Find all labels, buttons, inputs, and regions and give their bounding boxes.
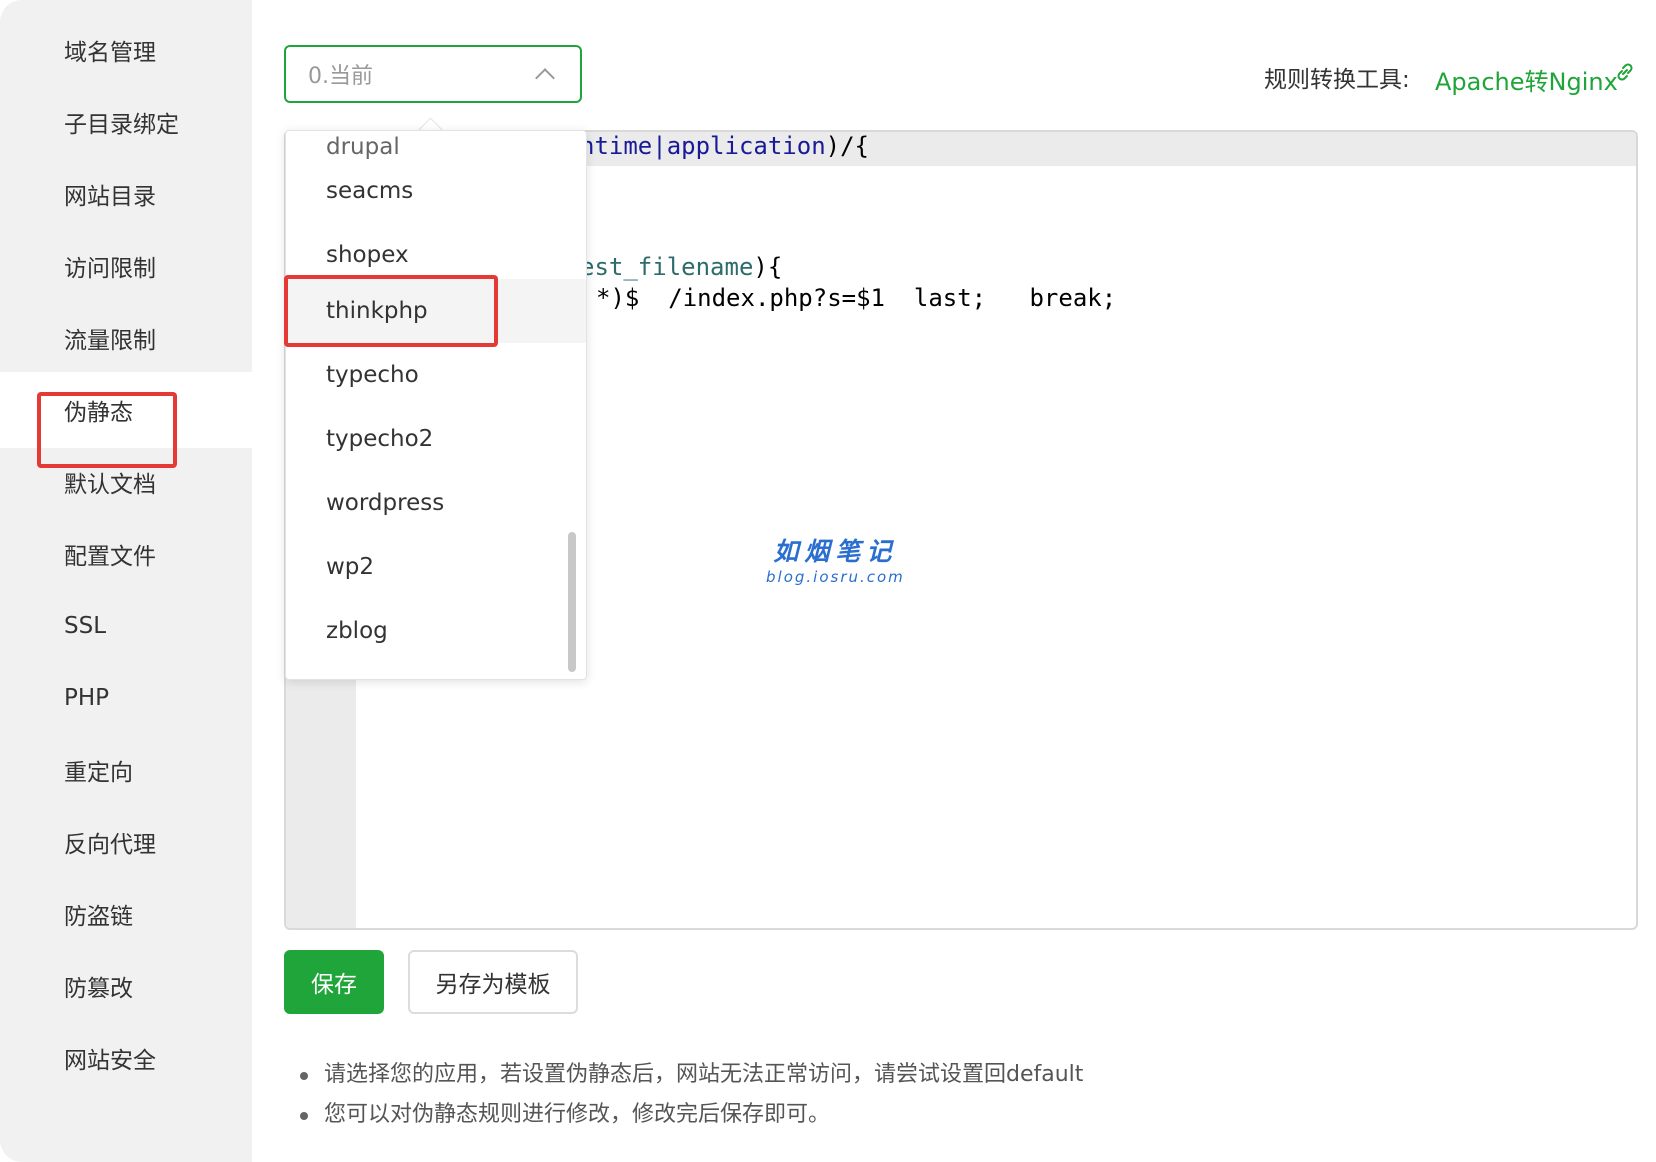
code-variable: est_filename: [580, 253, 754, 281]
save-as-template-button[interactable]: 另存为模板: [408, 950, 578, 1014]
sidebar-item-label: PHP: [64, 685, 110, 711]
sidebar-item-label: 防盗链: [64, 904, 133, 930]
template-dropdown-list[interactable]: drupal seacms shopex thinkphp typecho ty…: [285, 130, 587, 680]
sidebar-item-site-security[interactable]: 网站安全: [0, 1020, 252, 1096]
code-line-1: ntime|application)/{: [580, 132, 869, 160]
sidebar-item-ssl[interactable]: SSL: [0, 588, 252, 664]
external-link-icon[interactable]: [1613, 60, 1637, 84]
dropdown-option-wp2[interactable]: wp2: [286, 535, 586, 599]
tip-item: 请选择您的应用，若设置伪静态后，网站无法正常访问，请尝试设置回default: [300, 1055, 1083, 1095]
highlight-box-sidebar: [37, 392, 177, 468]
sidebar-item-label: 流量限制: [64, 328, 156, 354]
sidebar-item-label: 域名管理: [64, 40, 156, 66]
dropdown-scrollbar[interactable]: [568, 532, 576, 672]
sidebar-item-label: 反向代理: [64, 832, 156, 858]
sidebar-item-subdirectory[interactable]: 子目录绑定: [0, 84, 252, 160]
dropdown-option-wordpress[interactable]: wordpress: [286, 471, 586, 535]
code-keyword: ntime|application: [580, 132, 826, 160]
sidebar-item-redirect[interactable]: 重定向: [0, 732, 252, 808]
sidebar-item-hotlink[interactable]: 防盗链: [0, 876, 252, 952]
sidebar: 域名管理 子目录绑定 网站目录 访问限制 流量限制 伪静态 默认文档 配置文件 …: [0, 0, 252, 1162]
sidebar-item-label: 重定向: [64, 760, 133, 786]
sidebar-item-site-directory[interactable]: 网站目录: [0, 156, 252, 232]
dropdown-option-typecho2[interactable]: typecho2: [286, 407, 586, 471]
code-text: )/{: [825, 132, 869, 160]
watermark: 如烟笔记 blog.iosru.com: [766, 532, 905, 586]
chevron-up-icon: [535, 68, 555, 88]
watermark-subtitle: blog.iosru.com: [766, 568, 905, 586]
sidebar-item-label: 网站安全: [64, 1048, 156, 1074]
save-button[interactable]: 保存: [284, 950, 384, 1014]
code-line-2: est_filename){: [580, 253, 782, 281]
watermark-title: 如烟笔记: [773, 537, 898, 566]
sidebar-item-config-file[interactable]: 配置文件: [0, 516, 252, 592]
sidebar-item-reverse-proxy[interactable]: 反向代理: [0, 804, 252, 880]
sidebar-item-label: 子目录绑定: [64, 112, 179, 138]
sidebar-item-php[interactable]: PHP: [0, 660, 252, 736]
sidebar-item-traffic-limit[interactable]: 流量限制: [0, 300, 252, 376]
select-value: 0.当前: [308, 64, 373, 89]
dropdown-option-seacms[interactable]: seacms: [286, 159, 586, 223]
highlight-box-thinkphp: [284, 275, 498, 347]
app-window: 域名管理 子目录绑定 网站目录 访问限制 流量限制 伪静态 默认文档 配置文件 …: [0, 0, 1656, 1162]
sidebar-item-label: 网站目录: [64, 184, 156, 210]
sidebar-item-label: SSL: [64, 613, 107, 639]
tip-item: 您可以对伪静态规则进行修改，修改完后保存即可。: [300, 1095, 1083, 1135]
tips-list: 请选择您的应用，若设置伪静态后，网站无法正常访问，请尝试设置回default 您…: [300, 1055, 1083, 1135]
sidebar-item-label: 防篡改: [64, 976, 133, 1002]
code-text: ){: [753, 253, 783, 281]
dropdown-option-typecho[interactable]: typecho: [286, 343, 586, 407]
sidebar-item-access-limit[interactable]: 访问限制: [0, 228, 252, 304]
sidebar-item-label: 配置文件: [64, 544, 156, 570]
rewrite-template-select[interactable]: 0.当前: [284, 45, 582, 103]
sidebar-item-label: 默认文档: [64, 472, 156, 498]
sidebar-item-label: 访问限制: [64, 256, 156, 282]
dropdown-option-zblog[interactable]: zblog: [286, 599, 586, 663]
rule-convert-label: 规则转换工具:: [1264, 67, 1410, 93]
apache-to-nginx-link[interactable]: Apache转Nginx: [1435, 62, 1618, 97]
sidebar-item-tamper-proof[interactable]: 防篡改: [0, 948, 252, 1024]
code-line-3: *)$ /index.php?s=$1 last; break;: [596, 284, 1117, 312]
sidebar-item-domain[interactable]: 域名管理: [0, 12, 252, 88]
